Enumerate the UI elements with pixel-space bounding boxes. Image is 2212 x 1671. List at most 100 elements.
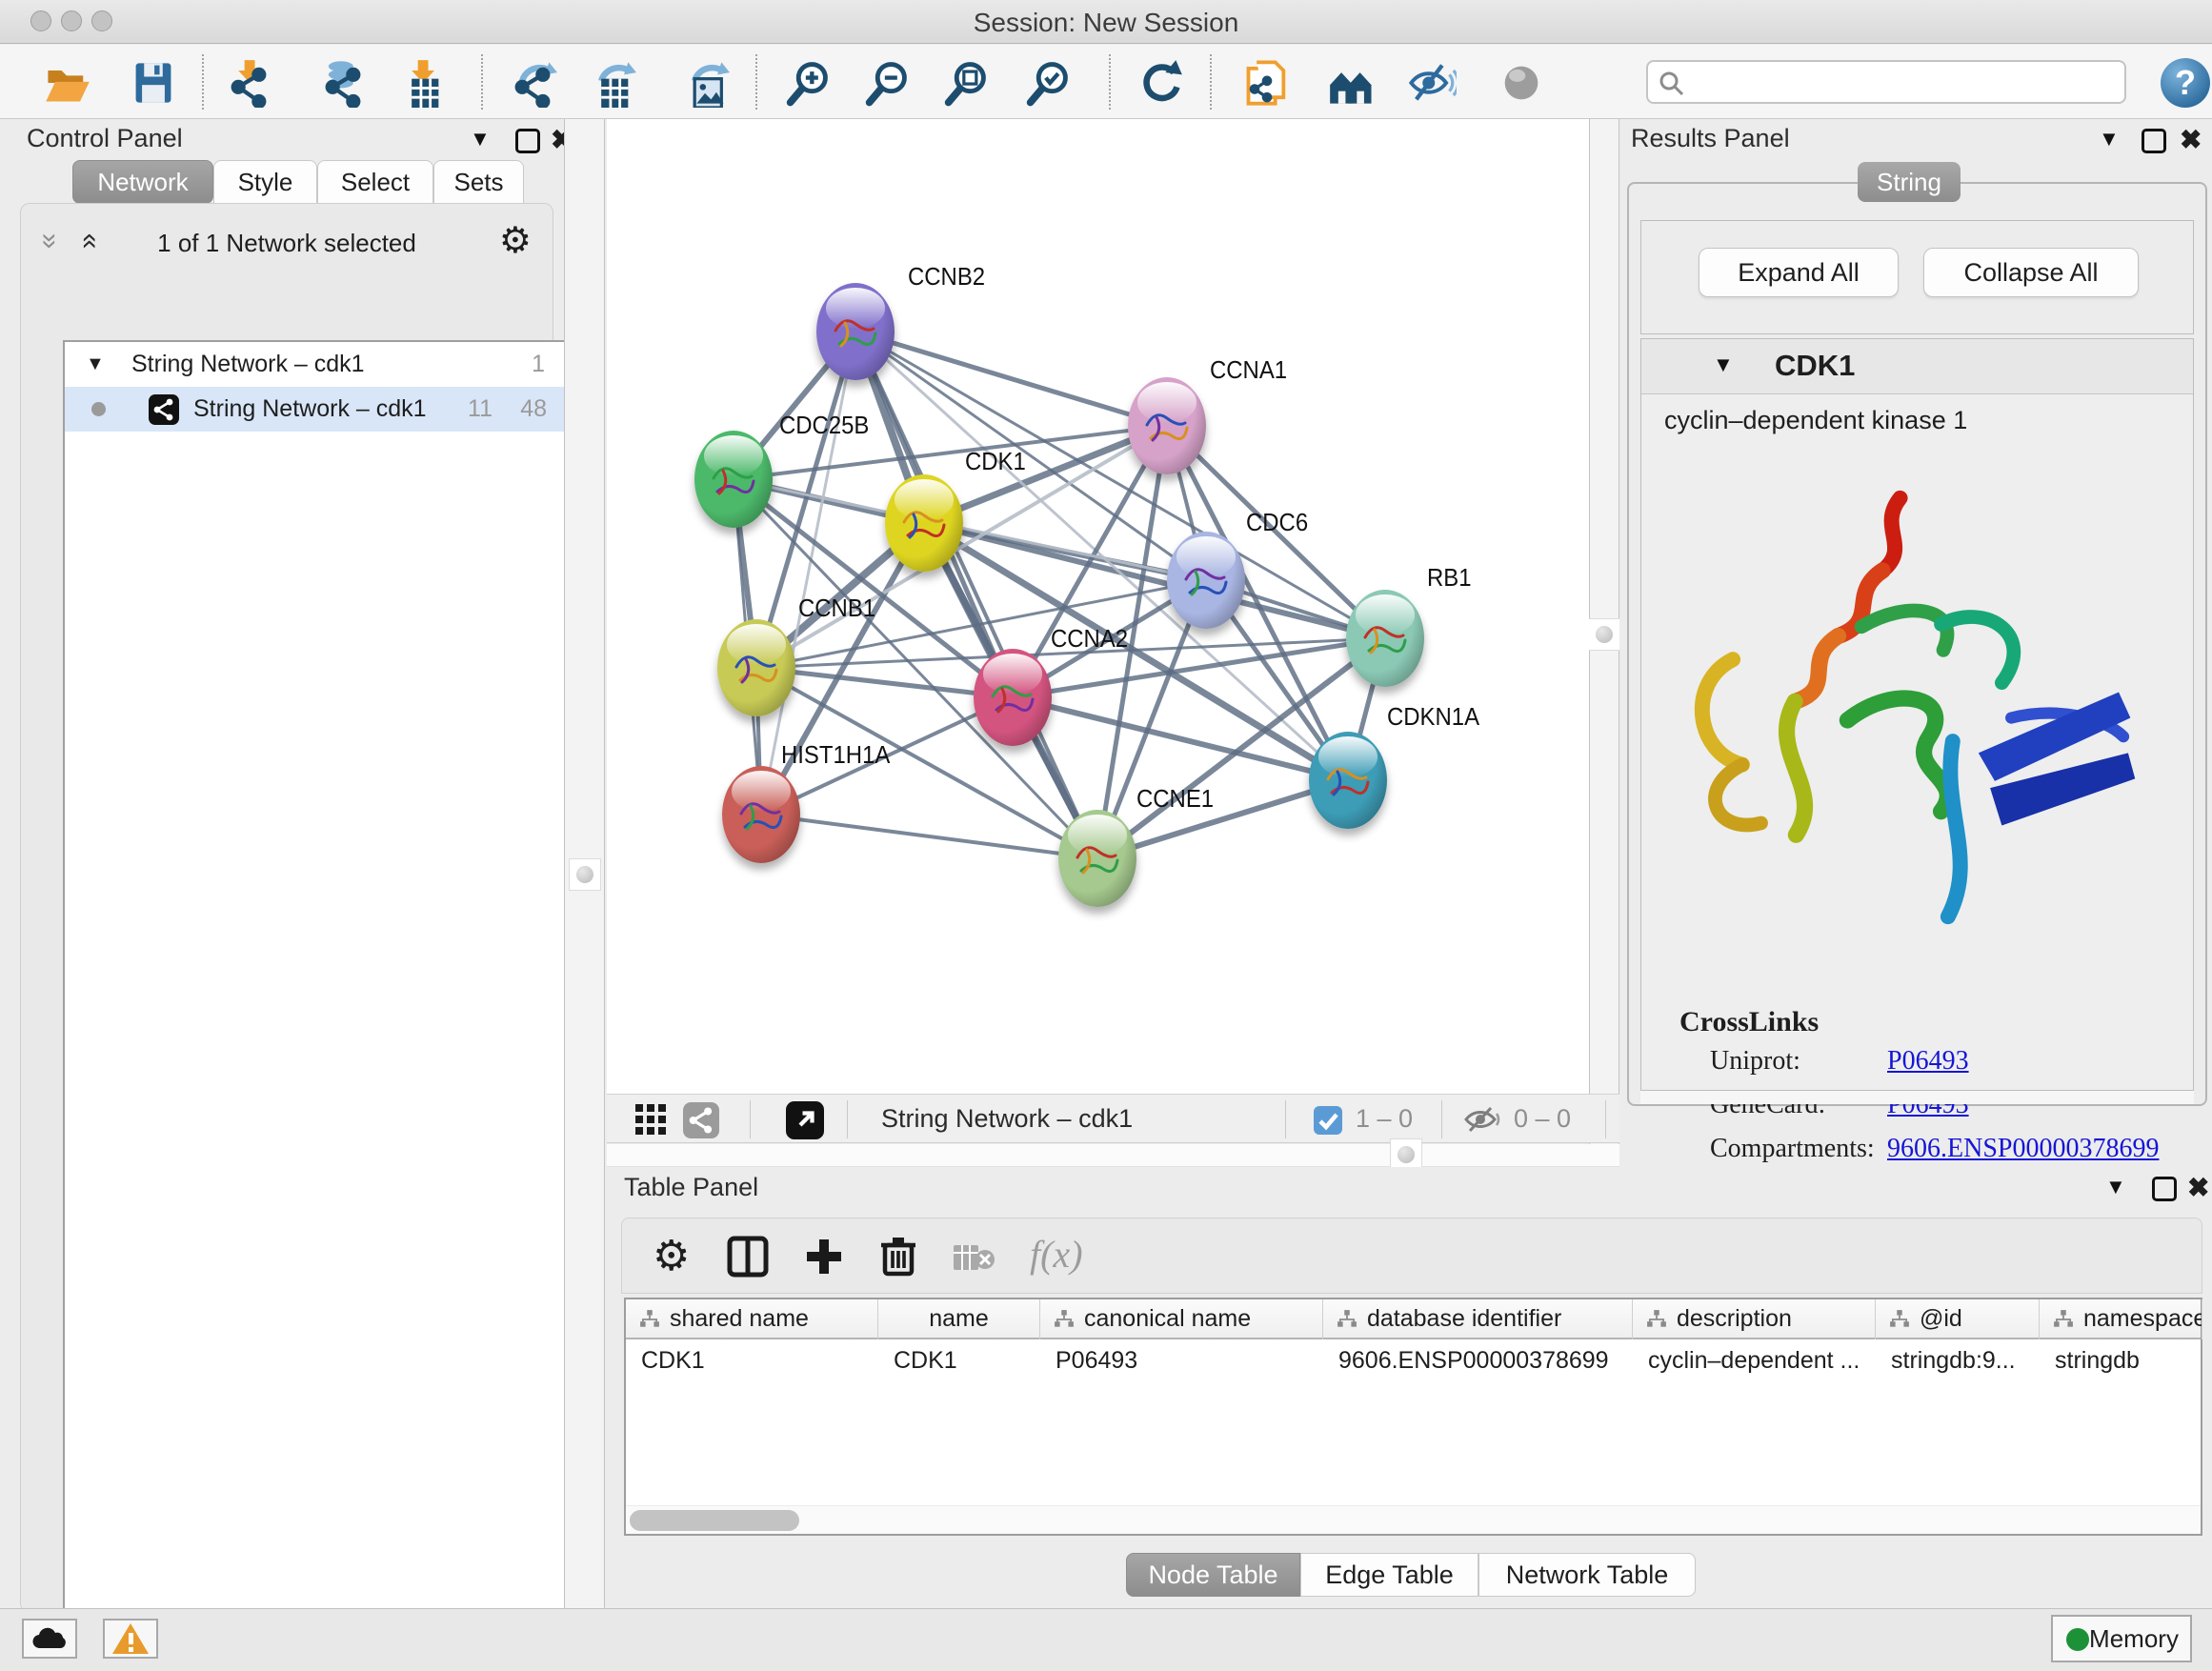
column-header-database-identifier[interactable]: database identifier	[1323, 1299, 1633, 1339]
cloud-button[interactable]	[22, 1619, 77, 1659]
right-splitter-grip[interactable]	[1588, 618, 1620, 651]
node-CDC6[interactable]	[1167, 532, 1245, 629]
node-CCNB1[interactable]	[717, 619, 795, 716]
column-header-@id[interactable]: @id	[1876, 1299, 2040, 1339]
node-CDK1[interactable]	[885, 474, 963, 572]
protein-expander-icon[interactable]: ▼	[1713, 352, 1734, 377]
node-CDKN1A[interactable]	[1309, 732, 1387, 829]
left-splitter-grip[interactable]	[569, 858, 601, 891]
hide-glass-icon[interactable]	[1407, 58, 1457, 108]
collection-expander-icon[interactable]: ▼	[86, 342, 105, 387]
tab-edge-table[interactable]: Edge Table	[1300, 1553, 1478, 1597]
network-share-icon[interactable]	[683, 1102, 719, 1138]
structure-thumbnail-icon	[1176, 553, 1236, 610]
warnings-button[interactable]	[103, 1619, 158, 1659]
glass-ball-icon[interactable]	[1497, 58, 1546, 108]
export-image-icon[interactable]	[680, 58, 730, 108]
add-column-icon[interactable]	[803, 1236, 845, 1278]
node-CCNA2[interactable]	[974, 649, 1052, 746]
import-network-icon[interactable]	[224, 58, 273, 108]
table-hscrollbar[interactable]	[626, 1505, 2201, 1534]
close-results-icon[interactable]: ✖	[2180, 124, 2202, 155]
grid-view-icon[interactable]	[635, 1104, 668, 1137]
left-splitter[interactable]	[564, 119, 605, 1608]
search-field[interactable]	[1692, 64, 2111, 100]
expand-all-button[interactable]: Expand All	[1699, 248, 1899, 297]
save-session-icon[interactable]	[129, 58, 178, 108]
home-icon[interactable]	[1328, 58, 1377, 108]
protein-section-header[interactable]: ▼ CDK1	[1641, 339, 2193, 394]
zoom-fit-icon[interactable]	[941, 58, 991, 108]
column-header-shared-name[interactable]: shared name	[626, 1299, 878, 1339]
tab-network-table[interactable]: Network Table	[1478, 1553, 1696, 1597]
network-collection-row[interactable]: ▼ String Network – cdk1 1	[65, 342, 564, 387]
node-CCNB2[interactable]	[816, 283, 895, 380]
cell-database-identifier[interactable]: 9606.ENSP00000378699	[1323, 1341, 1633, 1381]
import-table-icon[interactable]	[397, 58, 447, 108]
results-scrollbar[interactable]	[1640, 1091, 2194, 1104]
cell-namespace[interactable]: stringdb	[2040, 1341, 2202, 1381]
delete-table-icon	[954, 1243, 995, 1272]
node-CCNA1[interactable]	[1128, 377, 1206, 474]
cell-description[interactable]: cyclin–dependent ...	[1633, 1341, 1876, 1381]
cell-@id[interactable]: stringdb:9...	[1876, 1341, 2040, 1381]
structure-thumbnail-icon	[1356, 611, 1415, 668]
maximize-panel-icon[interactable]	[515, 129, 540, 153]
help-button[interactable]: ?	[2161, 58, 2210, 108]
float-table-icon[interactable]: ▼	[2105, 1175, 2126, 1199]
cell-canonical-name[interactable]: P06493	[1040, 1341, 1323, 1381]
tab-sets[interactable]: Sets	[433, 160, 524, 204]
edge-HIST1H1A-CCNE1[interactable]	[761, 815, 1097, 858]
show-columns-icon[interactable]	[727, 1236, 769, 1278]
column-header-name[interactable]: name	[878, 1299, 1040, 1339]
table-hscroll-thumb[interactable]	[630, 1510, 799, 1531]
horizontal-splitter-grip[interactable]	[1390, 1138, 1422, 1171]
structure-thumbnail-icon	[1068, 831, 1127, 888]
zoom-in-icon[interactable]	[783, 58, 833, 108]
node-CDC25B[interactable]	[694, 431, 773, 528]
tab-select[interactable]: Select	[317, 160, 433, 204]
string-import-icon[interactable]	[1242, 58, 1292, 108]
delete-column-icon[interactable]	[877, 1234, 919, 1278]
tab-string[interactable]: String	[1858, 162, 1961, 202]
node-HIST1H1A[interactable]	[722, 766, 800, 863]
column-header-namespace[interactable]: namespace	[2040, 1299, 2202, 1339]
cell-name[interactable]: CDK1	[878, 1341, 1040, 1381]
export-network-icon[interactable]	[508, 58, 557, 108]
maximize-table-icon[interactable]	[2152, 1177, 2177, 1201]
memory-button[interactable]: Memory	[2051, 1615, 2192, 1662]
network-options-gear-icon[interactable]: ⚙	[499, 219, 532, 262]
zoom-out-icon[interactable]	[862, 58, 912, 108]
tab-style[interactable]: Style	[213, 160, 317, 204]
edge-CCNB2-CCNA1[interactable]	[855, 332, 1167, 426]
float-results-icon[interactable]: ▼	[2099, 127, 2120, 151]
import-database-icon[interactable]	[318, 58, 368, 108]
node-CCNE1[interactable]	[1058, 810, 1136, 907]
open-in-new-window-icon[interactable]	[786, 1101, 824, 1139]
zoom-selected-icon[interactable]	[1023, 58, 1073, 108]
refresh-icon[interactable]	[1135, 58, 1184, 108]
export-table-icon[interactable]	[587, 58, 636, 108]
crosslink-link[interactable]: 9606.ENSP00000378699	[1887, 1134, 2159, 1164]
collapse-all-button[interactable]: Collapse All	[1923, 248, 2139, 297]
tab-network[interactable]: Network	[72, 160, 213, 204]
table-settings-gear-icon[interactable]: ⚙	[653, 1232, 690, 1280]
network-canvas[interactable]: CCNB2 CCNA1 CDC25B CDK1 CDC6 RB1 CCNB1	[607, 119, 1589, 1094]
selected-checkbox-icon[interactable]	[1314, 1106, 1342, 1135]
maximize-results-icon[interactable]	[2142, 129, 2166, 153]
selected-node-edge-count: 1 – 0	[1356, 1104, 1413, 1134]
float-panel-icon[interactable]: ▼	[470, 127, 491, 151]
column-header-canonical-name[interactable]: canonical name	[1040, 1299, 1323, 1339]
network-row[interactable]: String Network – cdk1 11 48	[65, 387, 564, 432]
cell-shared-name[interactable]: CDK1	[626, 1341, 878, 1381]
open-session-icon[interactable]	[43, 58, 92, 108]
crosslink-link[interactable]: P06493	[1887, 1046, 1969, 1077]
close-table-icon[interactable]: ✖	[2187, 1172, 2209, 1203]
node-RB1[interactable]	[1346, 590, 1424, 687]
node-table[interactable]: shared namenamecanonical namedatabase id…	[624, 1298, 2202, 1536]
edge-CCNB2-CCNE1[interactable]	[855, 332, 1097, 858]
table-row[interactable]: CDK1CDK1P064939606.ENSP00000378699cyclin…	[626, 1341, 2201, 1381]
search-input[interactable]	[1646, 60, 2126, 104]
tab-node-table[interactable]: Node Table	[1126, 1553, 1300, 1597]
column-header-description[interactable]: description	[1633, 1299, 1876, 1339]
